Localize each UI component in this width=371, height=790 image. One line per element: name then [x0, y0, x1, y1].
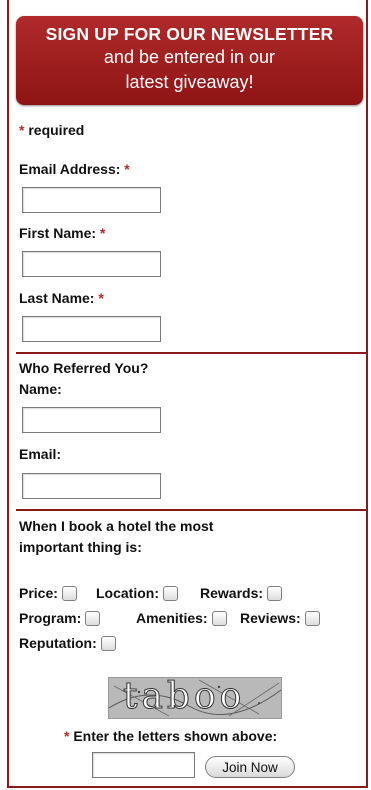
option-reputation: Reputation: — [19, 635, 116, 651]
newsletter-banner: SIGN UP FOR OUR NEWSLETTER and be entere… — [16, 16, 363, 105]
referrer-name-field[interactable] — [22, 407, 161, 433]
last-name-label: Last Name: * — [19, 290, 104, 306]
captcha-instruction: * Enter the letters shown above: — [64, 728, 278, 744]
section-divider — [16, 509, 368, 511]
required-note: * required — [19, 122, 84, 138]
price-checkbox[interactable] — [61, 585, 77, 601]
option-location: Location: — [96, 585, 178, 601]
option-program: Program: — [19, 610, 101, 626]
first-name-field[interactable] — [22, 251, 161, 277]
banner-subline-2: latest giveaway! — [125, 72, 254, 92]
preference-question-line2: important thing is: — [19, 539, 142, 555]
rewards-checkbox[interactable] — [267, 585, 283, 601]
captcha-text: taboo — [122, 677, 246, 718]
option-reviews: Reviews: — [240, 610, 320, 626]
referrer-email-label: Email: — [19, 446, 62, 462]
section-divider — [16, 352, 368, 354]
last-name-field[interactable] — [22, 316, 161, 342]
location-checkbox[interactable] — [163, 585, 178, 601]
option-rewards: Rewards: — [200, 585, 283, 601]
referrer-name-label: Name: — [19, 381, 62, 397]
required-text: required — [24, 122, 85, 138]
captcha-field[interactable] — [92, 752, 195, 778]
referral-heading: Who Referred You? — [19, 360, 149, 376]
banner-subline-1: and be entered in our — [103, 47, 276, 67]
program-checkbox[interactable] — [85, 610, 101, 626]
reviews-checkbox[interactable] — [304, 610, 320, 626]
preference-question-line1: When I book a hotel the most — [19, 518, 214, 534]
amenities-checkbox[interactable] — [211, 610, 227, 626]
option-price: Price: — [19, 585, 77, 601]
option-amenities: Amenities: — [136, 610, 227, 626]
reputation-checkbox[interactable] — [100, 635, 116, 651]
captcha-image: taboo — [108, 677, 282, 719]
banner-headline: SIGN UP FOR OUR NEWSLETTER — [45, 24, 334, 44]
email-field[interactable] — [22, 187, 161, 213]
referrer-email-field[interactable] — [22, 473, 161, 499]
first-name-label: First Name: * — [19, 225, 106, 241]
email-label: Email Address: * — [19, 161, 130, 177]
join-now-button[interactable]: Join Now — [205, 756, 295, 778]
